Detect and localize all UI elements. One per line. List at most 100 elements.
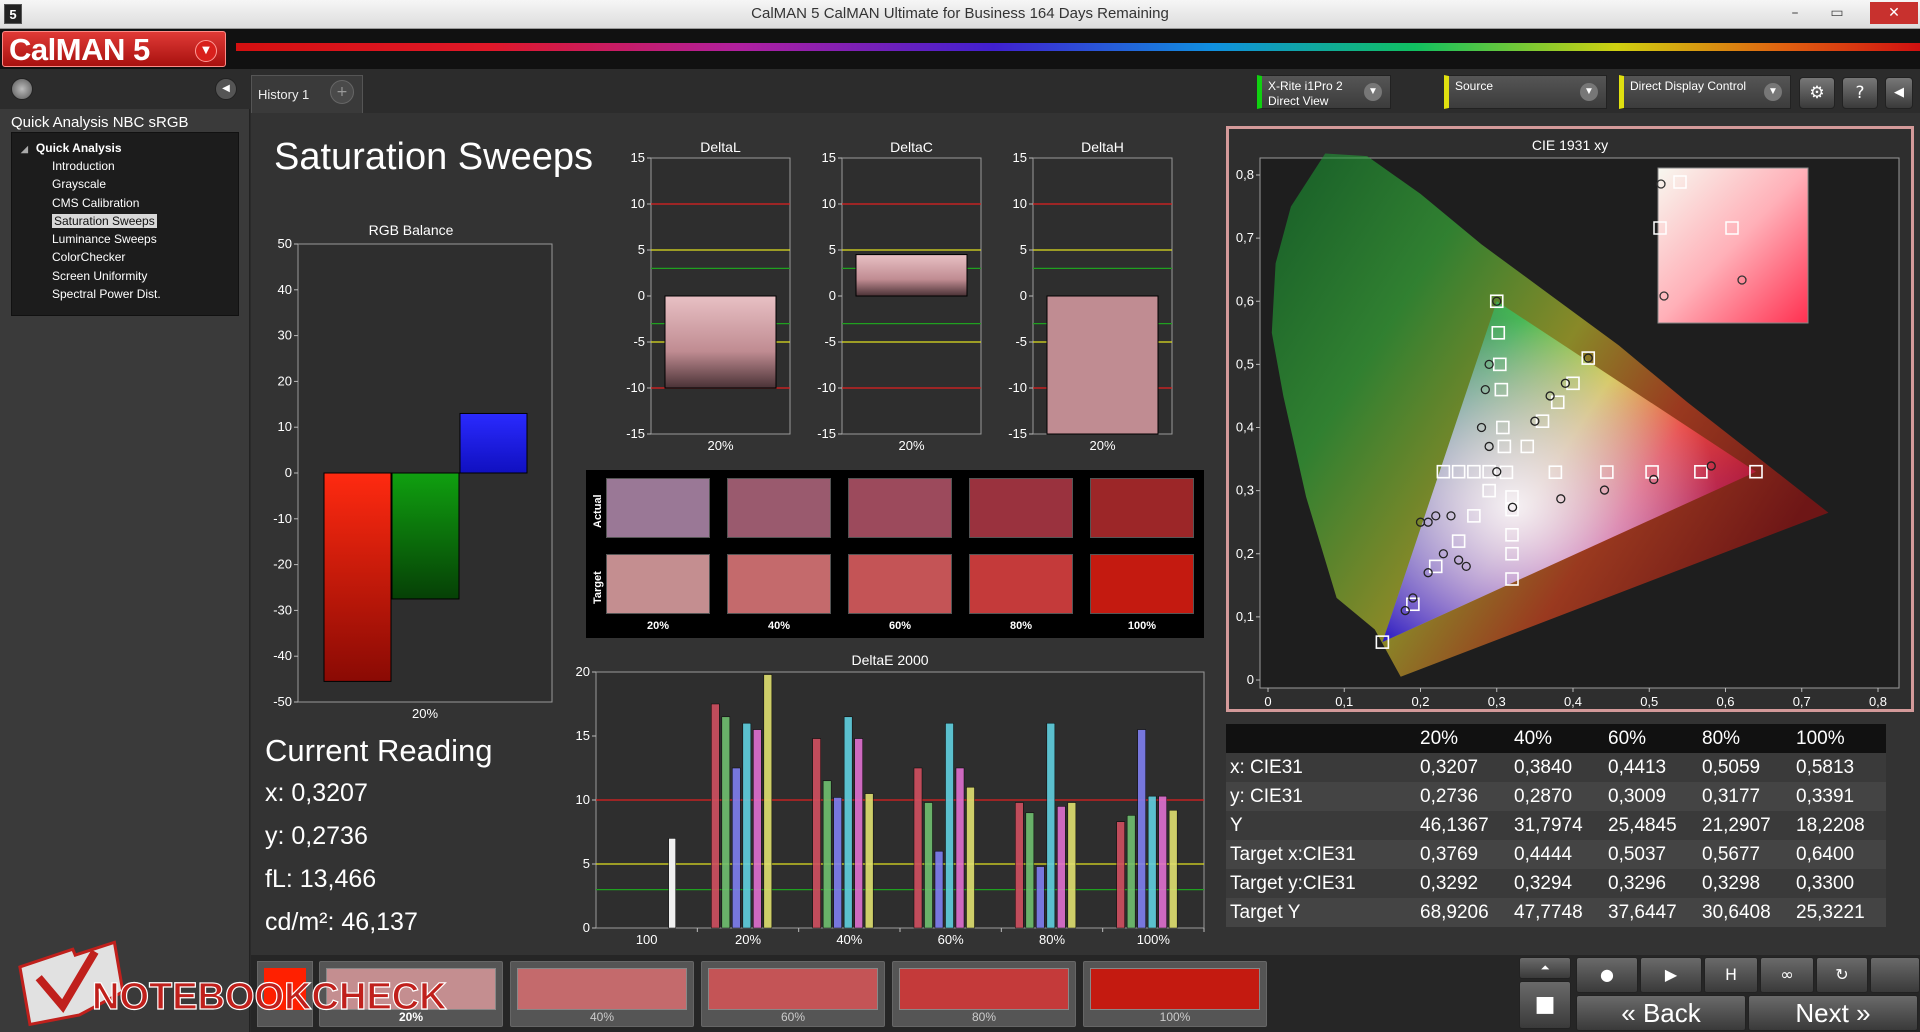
display-label: Direct Display Control [1630,79,1747,93]
bar-green [391,472,460,600]
y-tick-label: 10 [278,419,292,434]
y-tick-label: -5 [1015,334,1027,349]
hold-button[interactable]: H [1704,957,1758,993]
y-tick-label: -40 [273,648,292,663]
table-corner [1226,724,1416,753]
x-tick-label: 0,8 [1869,694,1887,709]
table-row: Target y:CIE31 0,3292 0,3294 0,3296 0,3298 0,… [1226,869,1886,898]
y-tick-label: 0,8 [1236,167,1254,182]
bottom-swatch-60[interactable]: 60% [701,961,885,1027]
table-row: Y 46,1367 31,7974 25,4845 21,2907 18,2208 [1226,811,1886,840]
tree-item-introduction[interactable]: Introduction [12,157,238,175]
tree-item-label: Grayscale [52,177,107,192]
x-category-label: 20% [898,438,924,453]
deltae-bar [966,786,975,929]
y-tick-label: 5 [638,242,645,257]
tab-label: History 1 [258,87,310,102]
tree-item-label: CMS Calibration [52,195,140,210]
table-cell: 30,6408 [1698,898,1792,927]
up-button[interactable]: ⏶ [1519,957,1571,979]
x-category-label: 100% [1137,932,1171,947]
source-selector[interactable]: Source ▼ [1444,75,1607,109]
swatch-label: 80% [971,1010,997,1024]
tree-item-cms-calibration[interactable]: CMS Calibration [12,194,238,212]
swatch-fill [1090,968,1260,1010]
chevron-down-icon: ▼ [195,40,217,62]
left-panel: ◀ Quick Analysis NBC sRGB ◢ Quick Analysi… [0,69,250,1032]
y-tick-label: -15 [817,426,836,441]
actual-swatch [727,478,831,538]
window-title: CalMAN 5 CalMAN Ultimate for Business 16… [751,5,1169,22]
row-label: Target Y [1226,898,1416,927]
measurement-table: 20% 40% 60% 80% 100% x: CIE31 0,3207 0,384… [1226,724,1886,927]
maximize-button[interactable]: ▭ [1820,2,1854,24]
tree-item-label: Saturation Sweeps [52,213,157,228]
stop-button[interactable]: ● [1576,957,1638,993]
tree-item-colorchecker[interactable]: ColorChecker [12,248,238,266]
continuous-button[interactable]: ∞ [1760,957,1814,993]
row-label: Target x:CIE31 [1226,840,1416,869]
swatch-fill [517,968,687,1010]
calman-logo-button[interactable]: CalMAN 5 ▼ [2,31,226,67]
help-button[interactable]: ? [1842,77,1878,109]
display-selector[interactable]: Direct Display Control ▼ [1619,75,1791,109]
settings-button[interactable]: ⚙ [1799,77,1835,109]
bottom-swatch-100[interactable]: 100% [1083,961,1267,1027]
table-header-row: 20% 40% 60% 80% 100% [1226,724,1886,753]
table-row: y: CIE31 0,2736 0,2870 0,3009 0,3177 0,3391 [1226,782,1886,811]
back-button[interactable]: « Back [1576,995,1746,1031]
x-category-label: 100 [636,932,658,947]
table-row: Target Y 68,9206 47,7748 37,6447 30,6408 25,3… [1226,898,1886,927]
swatch-label: 100% [1159,1010,1191,1024]
tree-item-spectral-power[interactable]: Spectral Power Dist. [12,285,238,303]
tree-item-luminance-sweeps[interactable]: Luminance Sweeps [12,230,238,248]
collapse-right-button[interactable]: ◀ [1885,77,1913,109]
delta-chart-title: DeltaC [890,139,933,155]
y-tick-label: -5 [824,334,836,349]
back-label: Back [1642,998,1701,1028]
deltae-bar [1057,806,1066,929]
options-button[interactable] [1870,957,1920,993]
stop-measure-button[interactable]: ■ [1519,981,1571,1029]
refresh-button[interactable]: ↻ [1816,957,1868,993]
meter-selector[interactable]: X-Rite i1Pro 2 Direct View ▼ [1257,75,1391,109]
tree-item-screen-uniformity[interactable]: Screen Uniformity [12,267,238,285]
hold-icon: H [1724,965,1738,984]
deltae-bar [1168,809,1178,929]
add-tab-button[interactable]: + [330,80,354,104]
record-icon[interactable] [11,78,33,100]
next-button[interactable]: Next » [1748,995,1918,1031]
rgb-balance-chart: 50 40 30 20 10 0 -10 -20 -30 -40 -50 20% [273,236,553,720]
tree-item-grayscale[interactable]: Grayscale [12,175,238,193]
x-category-label: 20% [707,438,733,453]
table-cell: 25,3221 [1792,898,1886,927]
reading-fl: fL: 13,466 [265,865,377,893]
target-swatch [606,554,710,614]
y-tick-label: 0,6 [1236,293,1254,308]
minimize-button[interactable]: – [1778,2,1812,24]
y-tick-label: 50 [278,236,292,251]
y-tick-label: 0 [583,920,590,935]
bottom-swatch-80[interactable]: 80% [892,961,1076,1027]
play-button[interactable]: ▶ [1640,957,1702,993]
y-tick-label: 5 [583,856,590,871]
close-button[interactable]: ✕ [1870,2,1918,24]
table-row: x: CIE31 0,3207 0,3840 0,4413 0,5059 0,5813 [1226,753,1886,782]
table-cell: 0,4413 [1604,753,1698,782]
deltae-bar [945,722,954,929]
deltae-bar [1147,795,1157,929]
deltae-bar [934,850,944,929]
table-cell: 0,5037 [1604,840,1698,869]
chevron-down-icon: ▼ [1580,83,1598,101]
chevron-left-icon: ◀ [1894,85,1904,100]
play-icon: ▶ [1664,965,1678,984]
tree-root[interactable]: ◢ Quick Analysis [12,139,238,157]
top-toolbar: History 1 + X-Rite i1Pro 2 Direct View ▼… [251,69,1920,113]
table-header: 60% [1604,724,1698,753]
collapse-panel-button[interactable]: ◀ [215,78,237,100]
delta-bar [855,254,968,297]
tree-item-saturation-sweeps[interactable]: Saturation Sweeps [12,212,238,230]
tree-item-label: Screen Uniformity [52,268,148,283]
row-label: Y [1226,811,1416,840]
bottom-swatch-40[interactable]: 40% [510,961,694,1027]
